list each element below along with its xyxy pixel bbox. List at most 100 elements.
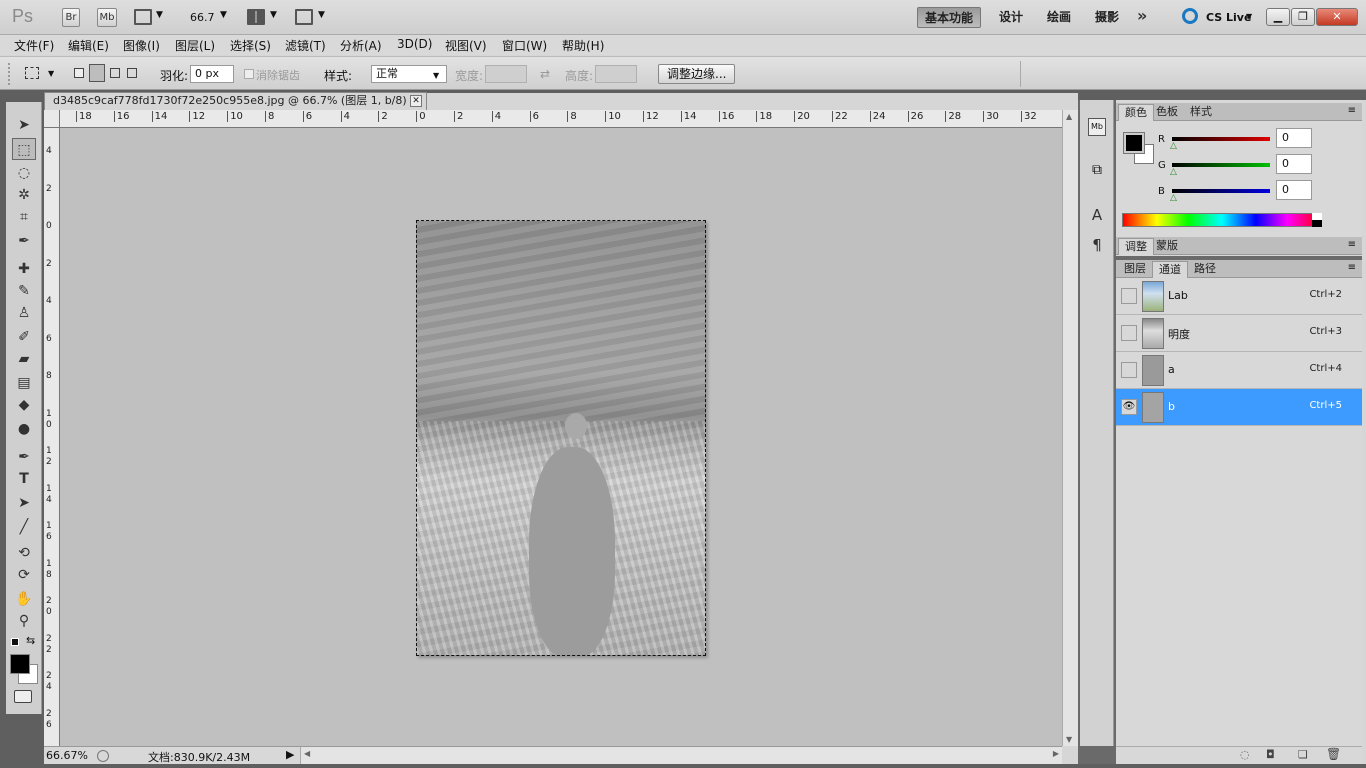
cs-live-dropdown-icon[interactable]: ▼ bbox=[1246, 12, 1252, 21]
blur-tool-icon[interactable]: ◆ bbox=[12, 394, 36, 416]
tab-swatches[interactable]: 色板 bbox=[1150, 104, 1184, 121]
cs-live-label[interactable]: CS Live bbox=[1206, 11, 1251, 24]
bridge-button[interactable]: Br bbox=[62, 8, 80, 27]
mini-bridge-panel-icon[interactable]: Mb bbox=[1088, 118, 1106, 136]
mini-bridge-button[interactable]: Mb bbox=[97, 8, 117, 27]
minimize-button[interactable]: ▁ bbox=[1266, 8, 1290, 26]
menu-help[interactable]: 帮助(H) bbox=[562, 37, 604, 54]
menu-analysis[interactable]: 分析(A) bbox=[340, 37, 382, 54]
black-white-swatch[interactable] bbox=[1312, 213, 1322, 227]
color-foreground-swatch[interactable] bbox=[1123, 132, 1145, 154]
close-button[interactable]: ✕ bbox=[1316, 8, 1358, 26]
line-tool-icon[interactable]: ╱ bbox=[12, 516, 36, 538]
load-channel-selection-icon[interactable]: ◌ bbox=[1240, 748, 1250, 761]
character-panel-icon[interactable]: A bbox=[1088, 206, 1106, 224]
swap-colors-icon[interactable]: ⇆ bbox=[26, 634, 35, 647]
cs-live-icon[interactable] bbox=[1182, 8, 1198, 24]
tab-adjustments[interactable]: 调整 bbox=[1118, 238, 1154, 255]
dodge-tool-icon[interactable]: ● bbox=[12, 418, 36, 440]
intersect-selection-icon[interactable] bbox=[127, 68, 137, 78]
menu-filter[interactable]: 滤镜(T) bbox=[285, 37, 326, 54]
color-spectrum-ramp[interactable] bbox=[1122, 213, 1322, 227]
scroll-up-icon[interactable]: ▲ bbox=[1066, 112, 1072, 121]
quick-mask-icon[interactable] bbox=[14, 690, 32, 703]
status-menu-icon[interactable]: ▶ bbox=[286, 748, 294, 761]
status-info-icon[interactable] bbox=[97, 750, 109, 762]
document-tab[interactable]: d3485c9caf778fd1730f72e250c955e8.jpg @ 6… bbox=[44, 92, 427, 110]
hand-tool-icon[interactable]: ✋ bbox=[12, 588, 36, 610]
workspace-painting[interactable]: 绘画 bbox=[1040, 7, 1078, 28]
r-slider-thumb-icon[interactable]: △ bbox=[1170, 141, 1177, 151]
marquee-preset-icon[interactable] bbox=[25, 67, 39, 79]
b-slider-thumb-icon[interactable]: △ bbox=[1170, 193, 1177, 203]
tab-paths[interactable]: 路径 bbox=[1188, 261, 1222, 278]
spot-healing-tool-icon[interactable]: ✚ bbox=[12, 258, 36, 280]
screen-mode-icon[interactable] bbox=[295, 9, 313, 25]
tab-layers[interactable]: 图层 bbox=[1118, 261, 1152, 278]
scroll-left-icon[interactable]: ◀ bbox=[304, 749, 310, 758]
foreground-color-swatch[interactable] bbox=[10, 654, 30, 674]
crop-tool-icon[interactable]: ⌗ bbox=[12, 206, 36, 228]
scroll-down-icon[interactable]: ▼ bbox=[1066, 735, 1072, 744]
channel-row-b[interactable]: 👁 b Ctrl+5 bbox=[1116, 389, 1362, 426]
view-extras-dropdown-icon[interactable]: ▼ bbox=[156, 10, 163, 20]
menu-select[interactable]: 选择(S) bbox=[230, 37, 271, 54]
tab-channels[interactable]: 通道 bbox=[1152, 261, 1188, 278]
zoom-dropdown-icon[interactable]: ▼ bbox=[220, 10, 227, 20]
feather-input[interactable]: 0 px bbox=[190, 65, 234, 83]
color-panel-menu-icon[interactable]: ≡ bbox=[1348, 105, 1356, 116]
menu-file[interactable]: 文件(F) bbox=[14, 37, 54, 54]
style-dropdown-icon[interactable]: ▼ bbox=[433, 71, 439, 80]
lasso-tool-icon[interactable]: ◌ bbox=[12, 162, 36, 184]
channel-row-a[interactable]: a Ctrl+4 bbox=[1116, 352, 1362, 389]
restore-button[interactable]: ❐ bbox=[1291, 8, 1315, 26]
channel-visibility-toggle[interactable] bbox=[1121, 325, 1137, 341]
close-document-icon[interactable]: ✕ bbox=[410, 95, 422, 107]
height-input[interactable] bbox=[595, 65, 637, 83]
g-value-input[interactable]: 0 bbox=[1276, 154, 1312, 174]
arrange-documents-icon[interactable] bbox=[247, 9, 265, 25]
adjust-panel-menu-icon[interactable]: ≡ bbox=[1348, 239, 1356, 250]
eye-icon[interactable]: 👁 bbox=[1121, 399, 1137, 415]
move-tool-icon[interactable]: ➤ bbox=[12, 114, 36, 136]
save-selection-icon[interactable]: ◘ bbox=[1266, 748, 1275, 761]
tab-masks[interactable]: 蒙版 bbox=[1150, 238, 1184, 255]
g-slider[interactable] bbox=[1172, 163, 1270, 167]
pen-tool-icon[interactable]: ✒ bbox=[12, 446, 36, 468]
antialias-checkbox[interactable] bbox=[244, 69, 254, 79]
zoom-status[interactable]: 66.67% bbox=[46, 749, 88, 762]
default-colors-icon[interactable] bbox=[11, 638, 19, 646]
menu-layer[interactable]: 图层(L) bbox=[175, 37, 215, 54]
3d-orbit-tool-icon[interactable]: ⟳ bbox=[12, 564, 36, 586]
eraser-tool-icon[interactable]: ▰ bbox=[12, 348, 36, 370]
channel-row-lightness[interactable]: 明度 Ctrl+3 bbox=[1116, 315, 1362, 352]
channels-panel-menu-icon[interactable]: ≡ bbox=[1348, 262, 1356, 273]
workspace-design[interactable]: 设计 bbox=[992, 7, 1030, 28]
path-selection-tool-icon[interactable]: ➤ bbox=[12, 492, 36, 514]
new-channel-icon[interactable]: ❏ bbox=[1298, 748, 1308, 761]
workspace-photography[interactable]: 摄影 bbox=[1088, 7, 1126, 28]
menu-edit[interactable]: 编辑(E) bbox=[68, 37, 109, 54]
new-selection-icon[interactable] bbox=[74, 68, 84, 78]
r-value-input[interactable]: 0 bbox=[1276, 128, 1312, 148]
document-image[interactable] bbox=[416, 220, 706, 656]
channel-visibility-toggle[interactable] bbox=[1121, 362, 1137, 378]
ruler-origin[interactable] bbox=[44, 110, 60, 128]
b-slider[interactable] bbox=[1172, 189, 1270, 193]
zoom-tool-icon[interactable]: ⚲ bbox=[12, 610, 36, 632]
clone-stamp-tool-icon[interactable]: ♙ bbox=[12, 302, 36, 324]
view-extras-icon[interactable] bbox=[134, 9, 152, 25]
menu-3d[interactable]: 3D(D) bbox=[397, 37, 432, 51]
paragraph-panel-icon[interactable]: ¶ bbox=[1088, 236, 1106, 254]
width-input[interactable] bbox=[485, 65, 527, 83]
refine-edge-button[interactable]: 调整边缘... bbox=[658, 64, 736, 84]
scroll-right-icon[interactable]: ▶ bbox=[1053, 749, 1059, 758]
tab-styles[interactable]: 样式 bbox=[1184, 104, 1218, 121]
eyedropper-tool-icon[interactable]: ✒ bbox=[12, 230, 36, 252]
history-brush-tool-icon[interactable]: ✐ bbox=[12, 326, 36, 348]
brush-tool-icon[interactable]: ✎ bbox=[12, 280, 36, 302]
quick-selection-tool-icon[interactable]: ✲ bbox=[12, 184, 36, 206]
channel-row-lab[interactable]: Lab Ctrl+2 bbox=[1116, 278, 1362, 315]
screen-mode-dropdown-icon[interactable]: ▼ bbox=[318, 10, 325, 20]
3d-rotate-tool-icon[interactable]: ⟲ bbox=[12, 542, 36, 564]
